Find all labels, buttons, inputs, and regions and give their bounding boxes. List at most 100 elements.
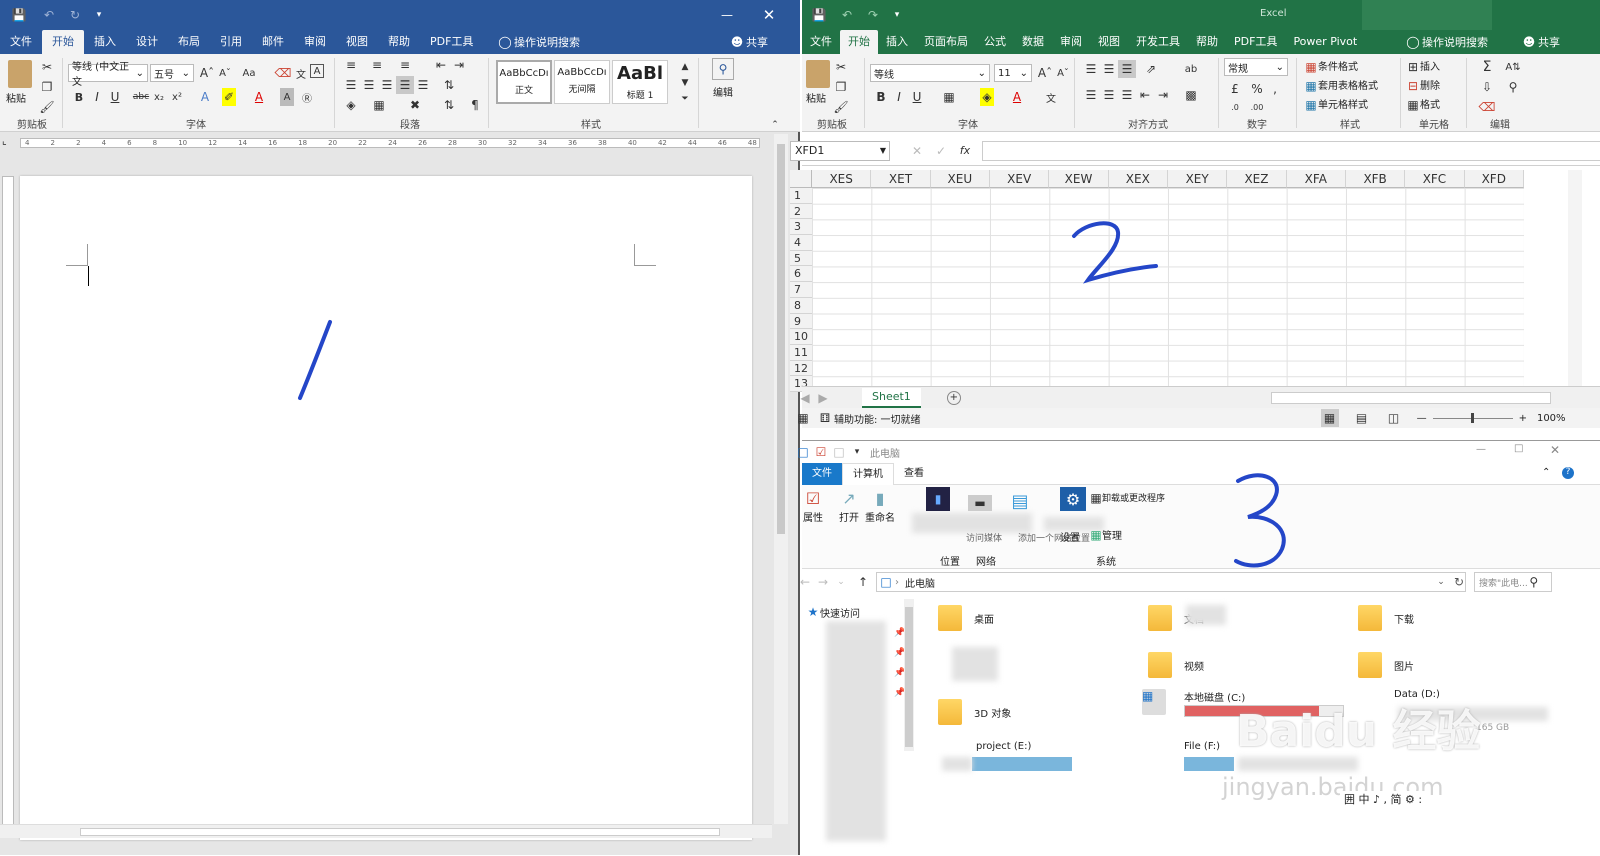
- tab-4[interactable]: 布局: [168, 30, 210, 54]
- collapse-ribbon-icon[interactable]: ⌃: [766, 116, 784, 134]
- bold-icon[interactable]: B: [872, 88, 890, 106]
- quick-access-item[interactable]: ★ 快速访问: [806, 603, 916, 621]
- numbering-icon[interactable]: ≡: [368, 56, 386, 74]
- search-input[interactable]: 搜索"此电... ⚲: [1474, 572, 1552, 592]
- decrease-indent-icon[interactable]: ⇤: [1136, 86, 1154, 104]
- settings-label[interactable]: 设置: [1060, 529, 1080, 544]
- cut-icon[interactable]: ✂: [38, 58, 56, 76]
- underline-icon[interactable]: U: [106, 88, 124, 106]
- align-right-icon[interactable]: ☰: [1118, 86, 1136, 104]
- align-top-icon[interactable]: ☰: [1082, 60, 1100, 78]
- justify-icon[interactable]: ☰: [396, 76, 414, 94]
- excel-hscrollbar[interactable]: [1270, 391, 1551, 404]
- align-center-icon[interactable]: ☰: [360, 76, 378, 94]
- minimize-icon[interactable]: —: [1476, 444, 1486, 455]
- sheet-tab-sheet1[interactable]: Sheet1: [862, 387, 921, 408]
- hscroll-thumb[interactable]: [80, 828, 720, 836]
- format-cells-button[interactable]: ▦ 格式: [1406, 96, 1440, 115]
- add-sheet-icon[interactable]: +: [946, 390, 961, 405]
- uninstall-button[interactable]: ▦ 卸载或更改程序: [1090, 491, 1165, 505]
- page-layout-icon[interactable]: ▤: [1353, 409, 1371, 427]
- help-icon[interactable]: ?: [1562, 467, 1574, 479]
- tab-6[interactable]: 邮件: [252, 30, 294, 54]
- select-all-corner[interactable]: [790, 170, 812, 188]
- tab-1[interactable]: 开始: [42, 30, 84, 54]
- normal-view-icon[interactable]: ▦: [1320, 409, 1339, 427]
- align-right-icon[interactable]: ☰: [378, 76, 396, 94]
- excel-share-button[interactable]: ☻ 共享: [1520, 30, 1560, 54]
- column-header[interactable]: XEY: [1167, 170, 1228, 188]
- shrink-font-icon[interactable]: Aˇ: [216, 64, 234, 82]
- zoom-out-icon[interactable]: —: [1417, 413, 1427, 424]
- cut-icon[interactable]: ✂: [832, 58, 850, 76]
- grow-font-icon[interactable]: Aˆ: [1036, 64, 1054, 82]
- customize-qat-icon[interactable]: ▾: [848, 443, 866, 461]
- column-header[interactable]: XFC: [1405, 170, 1465, 188]
- fill-icon[interactable]: ⇩: [1478, 78, 1496, 96]
- nav-scrollbar[interactable]: [904, 599, 914, 751]
- next-sheet-icon[interactable]: ▶: [814, 389, 832, 407]
- tab-0[interactable]: 文件: [802, 30, 840, 54]
- text-effects-icon[interactable]: A: [196, 88, 214, 106]
- delete-cells-button[interactable]: ⊟ 删除: [1406, 77, 1440, 96]
- formula-input[interactable]: [982, 140, 1600, 161]
- zoom-level[interactable]: 100%: [1537, 413, 1566, 424]
- tab-10[interactable]: PDF工具: [1226, 30, 1285, 54]
- font-size-combo[interactable]: 11 ⌄: [994, 64, 1032, 82]
- close-icon[interactable]: ✕: [760, 6, 778, 24]
- refresh-icon[interactable]: ↻: [1450, 573, 1468, 591]
- address-dropdown-icon[interactable]: ⌄: [1432, 573, 1450, 591]
- excel-vscrollbar[interactable]: [1568, 170, 1582, 386]
- borders-icon[interactable]: ▦: [940, 88, 958, 106]
- horizontal-scrollbar[interactable]: [0, 824, 772, 838]
- column-header[interactable]: XFA: [1286, 170, 1346, 188]
- customize-qat-icon[interactable]: ▾: [90, 6, 108, 24]
- tab-9[interactable]: 帮助: [1188, 30, 1226, 54]
- copy-icon[interactable]: ❐: [38, 78, 56, 96]
- forward-icon[interactable]: →: [814, 573, 832, 591]
- tab-8[interactable]: 视图: [336, 30, 378, 54]
- column-header[interactable]: XET: [871, 170, 931, 188]
- column-header[interactable]: XEX: [1108, 170, 1168, 188]
- borders-icon[interactable]: ▦: [370, 96, 388, 114]
- sort-filter-icon[interactable]: A⇅: [1504, 58, 1522, 76]
- properties-button[interactable]: ☑ 属性: [798, 487, 828, 525]
- row-header[interactable]: 1: [790, 188, 812, 204]
- cell-styles-button[interactable]: ▦ 单元格样式: [1304, 96, 1378, 115]
- tab-2[interactable]: 插入: [84, 30, 126, 54]
- row-header[interactable]: 5: [790, 250, 812, 267]
- find-select-icon[interactable]: ⚲: [1504, 78, 1522, 96]
- tab-2[interactable]: 插入: [878, 30, 916, 54]
- tab-7[interactable]: 视图: [1090, 30, 1128, 54]
- folder-item[interactable]: 桌面: [938, 605, 1138, 631]
- folder-item[interactable]: 文档: [1148, 605, 1348, 631]
- number-format-combo[interactable]: 常规 ⌄: [1224, 58, 1288, 76]
- prev-sheet-icon[interactable]: ◀: [796, 389, 814, 407]
- comma-icon[interactable]: ,: [1266, 80, 1284, 98]
- enclose-char-icon[interactable]: Ⓡ: [298, 88, 316, 106]
- maximize-icon[interactable]: □: [1514, 443, 1523, 454]
- clear-icon[interactable]: ⌫: [1478, 98, 1496, 116]
- column-header[interactable]: XEW: [1049, 170, 1109, 188]
- save-icon[interactable]: 💾: [10, 6, 28, 24]
- folder-item[interactable]: 下载: [1358, 605, 1558, 631]
- word-tell-me[interactable]: ◯ 操作说明搜索: [496, 30, 580, 54]
- char-shading-icon[interactable]: A: [280, 88, 294, 106]
- increase-indent-icon[interactable]: ⇥: [1154, 86, 1172, 104]
- highlight-icon[interactable]: ✐: [222, 88, 236, 106]
- decrease-decimal-icon[interactable]: .00: [1248, 98, 1266, 116]
- font-name-combo[interactable]: 等线 (中文正文 ⌄: [68, 62, 148, 88]
- line-spacing-icon[interactable]: ⇅: [440, 76, 458, 94]
- back-icon[interactable]: ←: [796, 573, 814, 591]
- wrap-text-icon[interactable]: ab: [1182, 60, 1200, 78]
- tab-9[interactable]: 帮助: [378, 30, 420, 54]
- autosum-icon[interactable]: Σ: [1478, 58, 1496, 76]
- tab-5[interactable]: 引用: [210, 30, 252, 54]
- address-bar[interactable]: □ › 此电脑: [876, 572, 1466, 592]
- superscript-icon[interactable]: x²: [168, 88, 186, 106]
- column-header[interactable]: XEV: [989, 170, 1050, 188]
- cancel-icon[interactable]: ✕: [908, 142, 926, 160]
- tab-1[interactable]: 开始: [840, 30, 878, 54]
- insert-cells-button[interactable]: ⊞ 插入: [1406, 58, 1440, 77]
- properties-qat-icon[interactable]: ☑: [812, 443, 830, 461]
